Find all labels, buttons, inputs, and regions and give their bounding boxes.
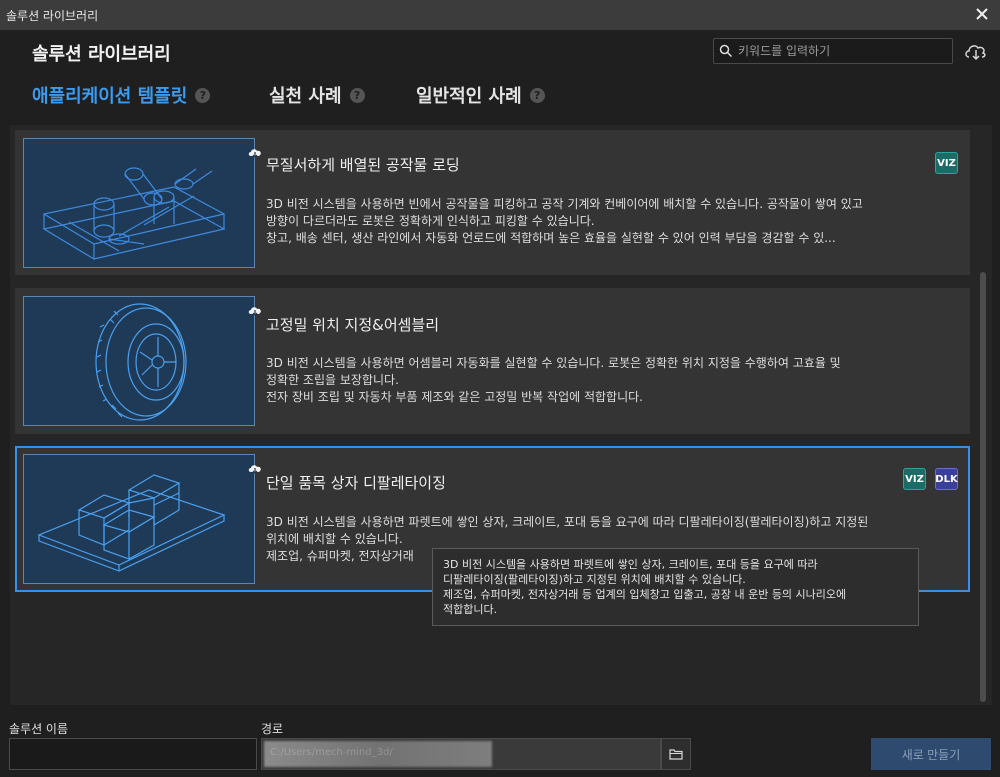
- help-icon[interactable]: ?: [195, 87, 211, 103]
- search-icon: [719, 43, 733, 62]
- create-button[interactable]: 새로 만들기: [871, 738, 991, 770]
- help-icon[interactable]: ?: [349, 87, 365, 103]
- tab-application-templates[interactable]: 애플리케이션 템플릿 ?: [32, 82, 211, 108]
- desc-line: 3D 비전 시스템을 사용하면 빈에서 공작물을 피킹하고 공작 기계와 컨베이…: [266, 197, 863, 211]
- card-title: 무질서하게 배열된 공작물 로딩: [266, 156, 460, 174]
- desc-line: 방향이 다르더라도 로봇은 정확하게 인식하고 피킹할 수 있습니다.: [266, 214, 595, 228]
- path-label: 경로: [261, 722, 284, 736]
- template-card-bin-picking[interactable]: 무질서하게 배열된 공작물 로딩 3D 비전 시스템을 사용하면 빈에서 공작물…: [15, 130, 970, 275]
- path-input[interactable]: C:/Users/mech-mind_3d/: [261, 738, 661, 770]
- card-title: 고정밀 위치 지정&어셈블리: [266, 316, 440, 334]
- tooltip-line: 3D 비전 시스템을 사용하면 파렛트에 쌓인 상자, 크레이트, 포대 등을 …: [443, 558, 818, 571]
- cloud-download-icon[interactable]: [963, 40, 989, 62]
- desc-line: 3D 비전 시스템을 사용하면 어셈블리 자동화를 실현할 수 있습니다. 로봇…: [266, 356, 841, 370]
- desc-line: 3D 비전 시스템을 사용하면 파렛트에 쌓인 상자, 크레이트, 포대 등을 …: [266, 515, 869, 529]
- card-description: 3D 비전 시스템을 사용하면 빈에서 공작물을 피킹하고 공작 기계와 컨베이…: [266, 196, 966, 247]
- page-title: 솔루션 라이브러리: [32, 44, 171, 65]
- tab-label: 애플리케이션 템플릿: [32, 86, 188, 107]
- viz-badge-icon: VIZ: [935, 152, 958, 174]
- thumbnail-image: [23, 138, 261, 268]
- tab-practice-cases[interactable]: 실천 사례 ?: [269, 82, 365, 108]
- search-input[interactable]: [738, 42, 948, 60]
- window-title: 솔루션 라이브러리: [6, 9, 99, 23]
- folder-icon[interactable]: [661, 738, 691, 770]
- tab-label: 실천 사례: [269, 86, 342, 107]
- scrollbar[interactable]: [980, 272, 986, 702]
- thumbnail-image: [23, 454, 261, 584]
- solution-name-label: 솔루션 이름: [9, 722, 69, 736]
- search-box[interactable]: [713, 38, 953, 64]
- description-tooltip: 3D 비전 시스템을 사용하면 파렛트에 쌓인 상자, 크레이트, 포대 등을 …: [432, 548, 919, 626]
- card-description: 3D 비전 시스템을 사용하면 어셈블리 자동화를 실현할 수 있습니다. 로봇…: [266, 355, 966, 406]
- solution-name-input[interactable]: [9, 738, 257, 770]
- desc-line: 전자 장비 조립 및 자동차 부품 제조와 같은 고정밀 반복 작업에 적합합니…: [266, 390, 643, 404]
- desc-line: 정확한 조립을 보장합니다.: [266, 373, 399, 387]
- path-value: C:/Users/mech-mind_3d/: [270, 747, 393, 758]
- help-icon[interactable]: ?: [529, 87, 545, 103]
- tooltip-line: 디팔레타이징(팔레타이징)하고 지정된 위치에 배치할 수 있습니다.: [443, 573, 746, 586]
- viz-badge-icon: VIZ: [903, 468, 926, 490]
- desc-line: 위치에 배치할 수 있습니다.: [266, 532, 403, 546]
- title-bar: 솔루션 라이브러리: [0, 0, 1000, 30]
- tab-label: 일반적인 사례: [416, 86, 522, 107]
- card-title: 단일 품목 상자 디팔레타이징: [266, 474, 446, 492]
- thumbnail-image: [23, 296, 261, 426]
- dlk-badge-icon: DLK: [935, 468, 958, 490]
- close-icon[interactable]: [972, 4, 992, 24]
- template-card-assembly[interactable]: 고정밀 위치 지정&어셈블리 3D 비전 시스템을 사용하면 어셈블리 자동화를…: [15, 288, 970, 434]
- tooltip-line: 적합합니다.: [443, 603, 498, 616]
- tooltip-line: 제조업, 슈퍼마켓, 전자상거래 등 업계의 입체창고 입출고, 공장 내 운반…: [443, 588, 847, 601]
- desc-line: 창고, 배송 센터, 생산 라인에서 자동화 언로드에 적합하며 높은 효율을 …: [266, 231, 836, 245]
- tab-general-cases[interactable]: 일반적인 사례 ?: [416, 82, 545, 108]
